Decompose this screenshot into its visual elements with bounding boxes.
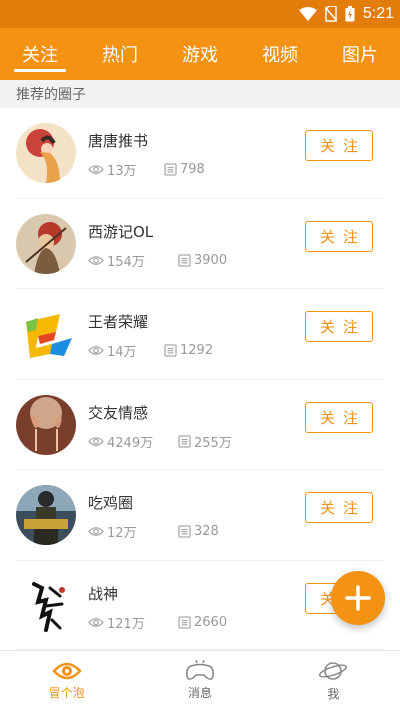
plus-icon	[345, 585, 371, 611]
posts-count: 798	[180, 162, 205, 177]
section-title: 推荐的圈子	[16, 87, 86, 103]
circle-stats: 13万 798	[88, 160, 205, 179]
posts-count: 2660	[194, 614, 228, 630]
list-item[interactable]: 唐唐推书 13万 798 关注	[0, 108, 400, 199]
circle-stats: 4249万 255万	[88, 432, 232, 451]
posts-count: 3900	[194, 252, 228, 268]
status-time: 5:21	[362, 5, 394, 22]
circle-name: 王者荣耀	[88, 313, 149, 331]
views-count: 14万	[107, 345, 137, 360]
posts-icon	[178, 253, 191, 267]
circle-name: 西游记OL	[88, 222, 154, 241]
tab-games[interactable]: 游戏	[160, 28, 240, 80]
avatar	[16, 485, 76, 545]
circle-stats: 12万 328	[88, 522, 219, 541]
status-bar: 5:21	[0, 0, 400, 28]
eye-icon	[88, 346, 104, 355]
eye-icon	[88, 255, 104, 265]
eye-icon	[88, 617, 104, 627]
bottom-nav: 冒个泡 消息 我	[0, 650, 400, 709]
circle-name: 交友情感	[88, 403, 149, 422]
status-icons: 5:21	[298, 4, 394, 24]
battery-icon	[345, 6, 355, 22]
circle-stats: 121万 2660	[88, 613, 227, 632]
avatar	[16, 394, 76, 455]
add-fab-button[interactable]	[331, 571, 385, 625]
tab-videos[interactable]: 视频	[240, 28, 320, 80]
follow-button[interactable]: 关注	[305, 220, 373, 252]
posts-count: 1292	[180, 343, 214, 358]
posts-icon	[178, 434, 191, 448]
follow-button[interactable]: 关注	[305, 492, 373, 523]
wifi-icon	[298, 7, 317, 21]
tab-follow[interactable]: 关注	[0, 28, 80, 80]
circle-stats: 14万 1292	[88, 341, 213, 360]
eye-icon	[52, 662, 82, 679]
circle-list: 唐唐推书 13万 798 关注 西游记OL 154万 3900 关注 王者荣耀 …	[0, 108, 400, 650]
posts-icon	[164, 163, 177, 176]
follow-button[interactable]: 关注	[305, 401, 373, 433]
list-item[interactable]: 交友情感 4249万 255万 关注	[0, 380, 400, 471]
no-sim-icon	[324, 6, 337, 22]
circle-stats: 154万 3900	[88, 251, 227, 270]
nav-item-messages[interactable]: 消息	[133, 651, 266, 709]
list-item[interactable]: 吃鸡圈 12万 328 关注	[0, 470, 400, 561]
posts-icon	[164, 344, 177, 357]
avatar	[16, 304, 76, 364]
list-item[interactable]: 西游记OL 154万 3900 关注	[0, 199, 400, 290]
section-header: 推荐的圈子	[0, 80, 400, 108]
circle-name: 战神	[88, 584, 119, 603]
avatar	[16, 213, 76, 274]
avatar	[16, 575, 76, 636]
circle-name: 唐唐推书	[88, 132, 149, 150]
nav-label: 我	[327, 686, 340, 701]
posts-count: 328	[194, 524, 219, 539]
planet-icon	[319, 661, 348, 680]
tab-hot[interactable]: 热门	[80, 28, 160, 80]
tab-pictures[interactable]: 图片	[320, 28, 400, 80]
eye-icon	[88, 527, 104, 536]
gamepad-icon	[186, 659, 214, 680]
follow-button[interactable]: 关注	[305, 130, 373, 161]
views-count: 12万	[107, 526, 137, 541]
circle-name: 吃鸡圈	[88, 494, 134, 512]
views-count: 4249万	[107, 435, 154, 451]
eye-icon	[88, 165, 104, 174]
nav-label: 冒个泡	[48, 685, 85, 700]
posts-count: 255万	[194, 435, 232, 451]
avatar	[16, 123, 76, 183]
views-count: 13万	[107, 164, 137, 179]
list-item[interactable]: 王者荣耀 14万 1292 关注	[0, 289, 400, 380]
top-tabs: 关注 热门 游戏 视频 图片	[0, 28, 400, 80]
follow-button[interactable]: 关注	[305, 311, 373, 342]
nav-item-bubble[interactable]: 冒个泡	[0, 651, 133, 709]
nav-item-me[interactable]: 我	[267, 651, 400, 709]
eye-icon	[88, 436, 104, 446]
posts-icon	[178, 615, 191, 629]
posts-icon	[178, 525, 191, 538]
views-count: 121万	[107, 616, 145, 632]
nav-label: 消息	[187, 685, 212, 700]
views-count: 154万	[107, 254, 145, 270]
